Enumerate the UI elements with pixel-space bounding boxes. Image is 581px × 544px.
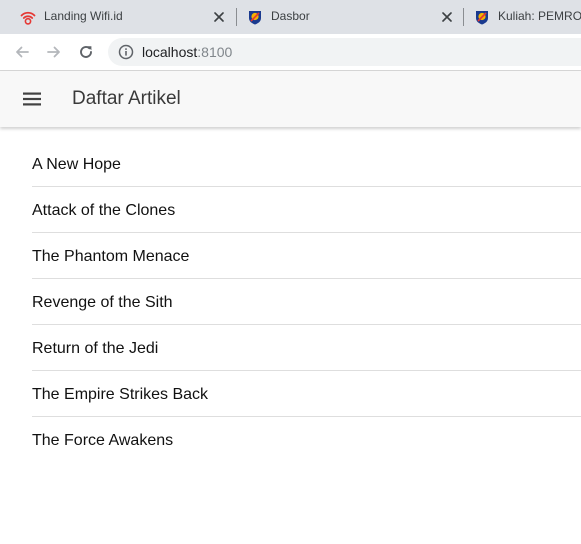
article-title: The Phantom Menace xyxy=(32,248,190,265)
article-title: Return of the Jedi xyxy=(32,340,159,357)
reload-icon[interactable] xyxy=(75,41,97,63)
hamburger-menu-icon[interactable] xyxy=(20,87,44,111)
close-tab-icon[interactable] xyxy=(438,8,456,26)
article-list-content: A New Hope Attack of the Clones The Phan… xyxy=(0,127,581,544)
url-host: localhost xyxy=(142,44,198,60)
tab-title: Kuliah: PEMROG xyxy=(498,9,581,23)
address-bar[interactable]: localhost:8100 xyxy=(108,38,581,66)
browser-tab-kuliah[interactable]: Kuliah: PEMROG xyxy=(474,0,581,34)
moodle-icon xyxy=(249,11,261,25)
url-port: :8100 xyxy=(197,44,233,60)
article-title: Revenge of the Sith xyxy=(32,294,173,311)
list-item[interactable]: The Phantom Menace xyxy=(0,233,581,279)
back-arrow-icon[interactable] xyxy=(11,41,33,63)
list-item[interactable]: Return of the Jedi xyxy=(0,325,581,371)
browser-tab-strip: Landing Wifi.id Dasbor Kuliah: PEMROG xyxy=(0,0,581,34)
moodle-icon xyxy=(476,11,488,25)
app-header: Daftar Artikel xyxy=(0,71,581,127)
article-title: Attack of the Clones xyxy=(32,202,176,219)
list-item[interactable]: The Force Awakens xyxy=(0,417,581,463)
wifi-icon xyxy=(20,11,36,25)
browser-tab-dasbor[interactable]: Dasbor xyxy=(247,0,462,34)
browser-tab-landing-wifi[interactable]: Landing Wifi.id xyxy=(20,0,235,34)
article-title: The Force Awakens xyxy=(32,432,174,449)
tab-title: Landing Wifi.id xyxy=(44,9,123,23)
url-text: localhost:8100 xyxy=(142,44,232,60)
info-icon[interactable] xyxy=(118,44,134,60)
page-title: Daftar Artikel xyxy=(72,88,181,109)
tab-title: Dasbor xyxy=(271,9,310,23)
article-title: A New Hope xyxy=(32,156,121,173)
article-title: The Empire Strikes Back xyxy=(32,386,209,403)
list-item[interactable]: A New Hope xyxy=(0,141,581,187)
browser-toolbar: localhost:8100 xyxy=(0,34,581,71)
tab-separator xyxy=(463,8,464,26)
tab-separator xyxy=(236,8,237,26)
article-list: A New Hope Attack of the Clones The Phan… xyxy=(0,141,581,463)
list-item[interactable]: Revenge of the Sith xyxy=(0,279,581,325)
forward-arrow-icon[interactable] xyxy=(43,41,65,63)
list-item[interactable]: The Empire Strikes Back xyxy=(0,371,581,417)
close-tab-icon[interactable] xyxy=(210,8,228,26)
list-item[interactable]: Attack of the Clones xyxy=(0,187,581,233)
